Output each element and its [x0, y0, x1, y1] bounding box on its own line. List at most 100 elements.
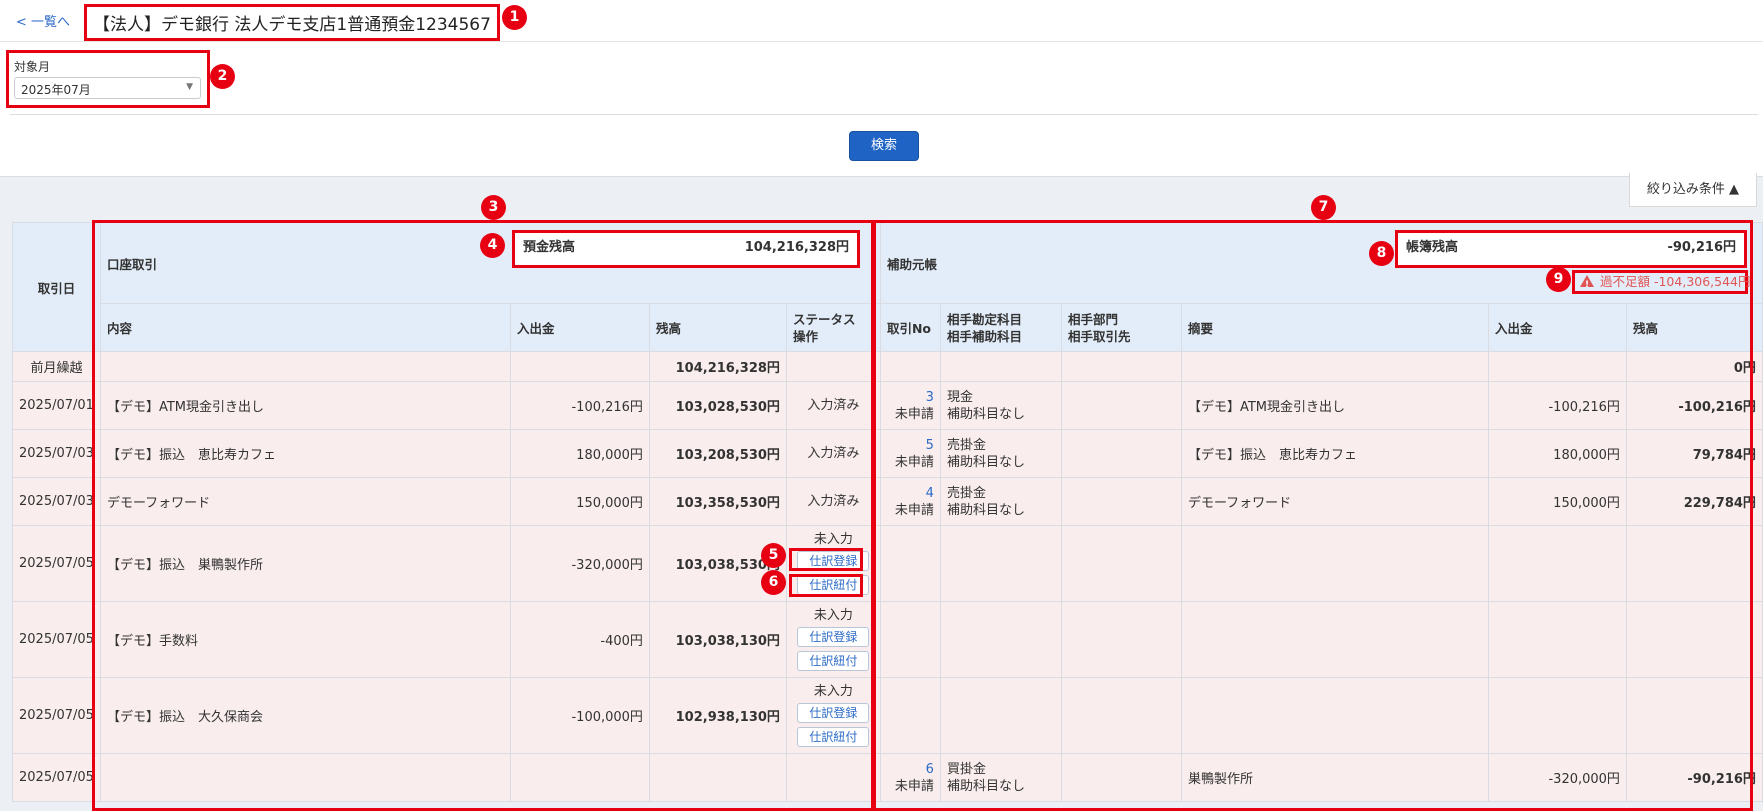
- row-memo: [1180, 351, 1489, 382]
- tx-state: 未申請: [894, 406, 934, 422]
- row-ledger-balance: [1625, 601, 1763, 678]
- tx-no-link[interactable]: 5: [926, 438, 934, 453]
- journal-link-button[interactable]: 仕訳紐付: [797, 726, 870, 747]
- tx-state: 未申請: [894, 778, 934, 794]
- row-balance: 102,938,130円: [648, 677, 787, 754]
- target-month-filter: 対象月 2025年07月 ▼: [6, 50, 210, 108]
- row-date: 2025/07/05: [12, 677, 101, 754]
- row-ledger-amount: [1487, 525, 1627, 602]
- status-text: 未入力: [813, 683, 853, 699]
- row-content: 【デモ】振込 大久保商会: [99, 677, 511, 754]
- row-status: 未入力 仕訳登録 仕訳紐付: [785, 677, 881, 754]
- row-account: 買掛金 補助科目なし: [939, 753, 1062, 802]
- row-ledger-balance: [1625, 677, 1763, 754]
- sub-account-header-line: 相手補助科目: [946, 328, 1022, 344]
- row-account: [939, 601, 1062, 678]
- amount-column-header: 入出金: [509, 303, 650, 352]
- sub-ledger-title: 補助元帳: [886, 256, 937, 272]
- tx-no-link[interactable]: 6: [926, 762, 934, 777]
- memo-column-header: 摘要: [1180, 303, 1489, 352]
- account-name: 現金: [946, 389, 973, 405]
- row-status: 入力済み: [785, 381, 881, 430]
- row-tx-no: 4 未申請: [879, 477, 941, 526]
- status-header-line: ステータス: [792, 311, 856, 327]
- row-tx-no: [879, 351, 941, 382]
- tx-no-link[interactable]: 3: [926, 390, 934, 405]
- row-ledger-balance: 229,784円: [1625, 477, 1763, 526]
- annotation-badge-9: 9: [1546, 267, 1571, 292]
- dept-column-header: 相手部門 相手取引先: [1060, 303, 1182, 352]
- table-row: 2025/07/03 デモーフォワード 150,000円 103,358,530…: [12, 477, 1763, 526]
- account-name: 買掛金: [946, 761, 986, 777]
- row-dept: [1060, 351, 1182, 382]
- row-date: 2025/07/01: [12, 381, 101, 430]
- row-amount: 150,000円: [509, 477, 650, 526]
- row-tx-no: 5 未申請: [879, 429, 941, 478]
- row-ledger-amount: [1487, 677, 1627, 754]
- target-month-label: 対象月: [14, 60, 51, 74]
- row-account: 売掛金 補助科目なし: [939, 429, 1062, 478]
- ledger-amount-column-header: 入出金: [1487, 303, 1627, 352]
- row-balance: 103,038,130円: [648, 601, 787, 678]
- search-button[interactable]: 検索: [849, 131, 919, 161]
- bank-balance-box: 預金残高 104,216,328円: [512, 230, 860, 268]
- row-memo: デモーフォワード: [1180, 477, 1489, 526]
- row-balance: 103,028,530円: [648, 381, 787, 430]
- row-amount: [509, 351, 650, 382]
- row-content: 【デモ】ATM現金引き出し: [99, 381, 511, 430]
- row-ledger-balance: 0円: [1625, 351, 1763, 382]
- reconciliation-table: 取引日 口座取引 補助元帳 内容 入出金 残高 ステータス 操作 取引No 相手…: [12, 222, 1763, 802]
- back-to-list-link[interactable]: < 一覧へ: [16, 11, 70, 30]
- sub-account-name: 補助科目なし: [946, 406, 1025, 422]
- bank-transactions-title: 口座取引: [106, 256, 157, 272]
- journal-link-button[interactable]: 仕訳紐付: [797, 650, 870, 671]
- row-tx-no: [879, 677, 941, 754]
- account-name: 売掛金: [946, 437, 986, 453]
- date-column-header: 取引日: [12, 222, 101, 352]
- ledger-balance-box: 帳簿残高 -90,216円: [1395, 230, 1747, 268]
- status-column-header: ステータス 操作: [785, 303, 881, 352]
- journal-link-button[interactable]: 仕訳紐付: [797, 574, 870, 595]
- row-amount: 180,000円: [509, 429, 650, 478]
- sub-account-name: 補助科目なし: [946, 454, 1025, 470]
- row-status: 入力済み: [785, 477, 881, 526]
- row-balance: 103,358,530円: [648, 477, 787, 526]
- table-row: 2025/07/01 【デモ】ATM現金引き出し -100,216円 103,0…: [12, 381, 1763, 430]
- row-ledger-amount: -320,000円: [1487, 753, 1627, 802]
- ledger-balance-label: 帳簿残高: [1406, 240, 1459, 255]
- status-text: 未入力: [813, 607, 853, 623]
- row-tx-no: 3 未申請: [879, 381, 941, 430]
- filter-conditions-toggle[interactable]: 絞り込み条件 ▲: [1629, 173, 1757, 207]
- row-memo: 【デモ】ATM現金引き出し: [1180, 381, 1489, 430]
- journal-register-button[interactable]: 仕訳登録: [797, 550, 870, 571]
- tx-no-link[interactable]: 4: [926, 486, 934, 501]
- annotation-badge-2: 2: [210, 64, 235, 89]
- journal-register-button[interactable]: 仕訳登録: [797, 702, 870, 723]
- row-ledger-balance: -90,216円: [1625, 753, 1763, 802]
- table-row: 2025/07/03 【デモ】振込 恵比寿カフェ 180,000円 103,20…: [12, 429, 1763, 478]
- row-status: 未入力 仕訳登録 仕訳紐付: [785, 525, 881, 602]
- row-status: 入力済み: [785, 429, 881, 478]
- row-status: 未入力 仕訳登録 仕訳紐付: [785, 601, 881, 678]
- tx-no-column-header: 取引No: [879, 303, 941, 352]
- annotation-badge-1: 1: [502, 5, 527, 30]
- row-content: [99, 351, 511, 382]
- sub-account-name: 補助科目なし: [946, 502, 1025, 518]
- account-name: 売掛金: [946, 485, 986, 501]
- row-account: 現金 補助科目なし: [939, 381, 1062, 430]
- row-date: 2025/07/03: [12, 477, 101, 526]
- row-tx-no: [879, 601, 941, 678]
- annotation-badge-5: 5: [761, 543, 786, 568]
- table-row: 2025/07/05 【デモ】振込 大久保商会 -100,000円 102,93…: [12, 677, 1763, 754]
- balance-column-header: 残高: [648, 303, 787, 352]
- row-ledger-balance: -100,216円: [1625, 381, 1763, 430]
- tx-state: 未申請: [894, 454, 934, 470]
- row-balance: [648, 753, 787, 802]
- journal-register-button[interactable]: 仕訳登録: [797, 626, 870, 647]
- row-dept: [1060, 753, 1182, 802]
- target-month-select[interactable]: 2025年07月 ▼: [14, 77, 201, 99]
- annotation-badge-7: 7: [1311, 195, 1336, 220]
- sub-account-name: 補助科目なし: [946, 778, 1025, 794]
- row-amount: -400円: [509, 601, 650, 678]
- row-dept: [1060, 429, 1182, 478]
